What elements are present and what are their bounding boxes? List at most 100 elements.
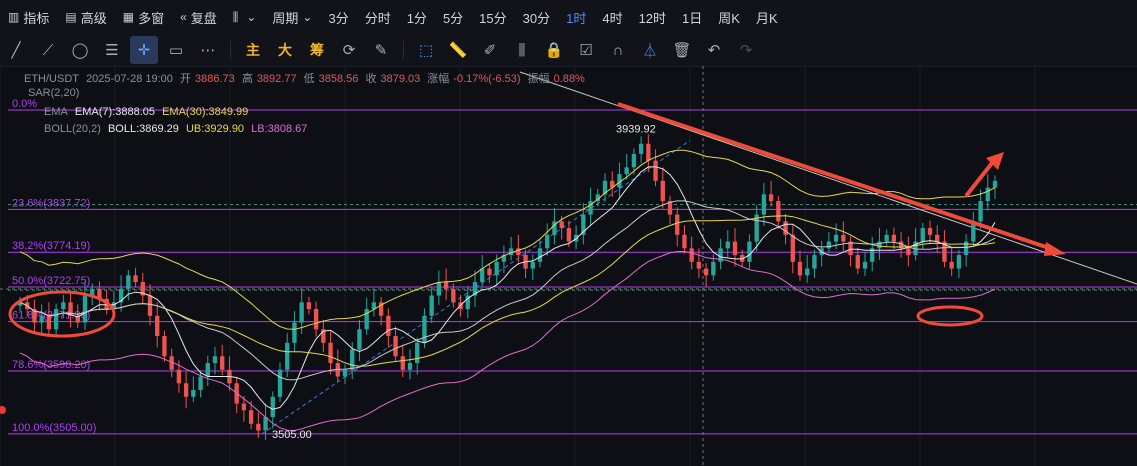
fib-label: 0.0%	[12, 98, 37, 110]
candle-body	[638, 143, 644, 154]
toolbar-item-10[interactable]: 15分	[471, 0, 514, 34]
candle-body	[689, 248, 694, 262]
main-tool-button[interactable]: 主	[239, 36, 267, 64]
chip-tool-button[interactable]: 筹	[303, 36, 331, 64]
low-value: 3858.56	[318, 73, 359, 85]
ellipse-icon[interactable]: ◯	[66, 36, 94, 64]
candle-body	[884, 234, 889, 242]
candle-body	[711, 261, 716, 276]
parallel-lines-icon[interactable]: ☰	[98, 36, 126, 64]
edit-icon[interactable]: ✎	[367, 36, 395, 64]
left-marker-dot	[0, 406, 6, 414]
candle-body	[776, 201, 781, 222]
candle-body	[270, 396, 275, 418]
toolbar-item-11[interactable]: 30分	[515, 0, 558, 34]
toolbar-item-8[interactable]: 1分	[399, 0, 435, 34]
rectangle-icon[interactable]: ▭	[162, 36, 190, 64]
toolbar-item-14[interactable]: 12时	[631, 0, 674, 34]
candle-body	[451, 288, 456, 303]
chevron-down-icon: ⌄	[246, 10, 257, 24]
toolbar-item-16[interactable]: 周K	[710, 0, 748, 34]
price-annotation: 3505.00	[272, 429, 312, 441]
candle-body	[978, 201, 983, 222]
ema-legend: EMA EMA(7):3888.05 EMA(30):3849.99	[44, 106, 249, 118]
ruler-icon[interactable]: 📏	[444, 36, 472, 64]
ub-value: UB:3929.90	[185, 123, 245, 135]
candle-body	[162, 336, 167, 357]
toolbar-chart-type[interactable]: ⫼ ⌄	[225, 0, 265, 34]
select-icon[interactable]: ⬚	[412, 36, 440, 64]
candle-body	[696, 261, 702, 269]
candle-body	[306, 302, 312, 310]
candle-body	[198, 376, 203, 391]
candle-body	[443, 282, 449, 289]
candle-body	[176, 369, 182, 384]
candle-body	[646, 143, 651, 161]
candle-body	[537, 248, 543, 262]
candle-body	[732, 241, 738, 256]
datetime: 2025-07-28 19:00	[86, 73, 173, 85]
lock-icon[interactable]: 🔒	[540, 36, 568, 64]
candle-body	[285, 342, 290, 370]
amp-value: 0.88%	[553, 73, 585, 85]
more-dots-icon[interactable]: ⋯	[194, 36, 222, 64]
toolbar-item-1[interactable]: ▤ 高级	[57, 0, 114, 34]
candle-body	[920, 228, 925, 242]
toolbar-item-5[interactable]: 周期 ⌄	[264, 0, 320, 34]
ema30-value: EMA(30):3849.99	[162, 106, 249, 118]
crosshair-icon[interactable]: ✛	[130, 36, 158, 64]
price-annotation: 3939.92	[616, 123, 656, 135]
big-tool-button[interactable]: 大	[271, 36, 299, 64]
trendline-icon[interactable]: ╱	[2, 36, 30, 64]
redo-icon[interactable]: ↷	[732, 36, 760, 64]
candle-body	[862, 261, 868, 269]
candle-body	[841, 234, 846, 242]
candle-body	[812, 255, 817, 269]
chevron-down-icon: ⌄	[302, 10, 313, 24]
candle-body	[400, 356, 405, 370]
lb-value: LB:3808.67	[251, 123, 308, 135]
candle-body	[805, 268, 810, 276]
ema7-line	[19, 166, 996, 410]
checklist-icon[interactable]: ☑	[572, 36, 600, 64]
candle-body	[682, 234, 687, 249]
candle-body	[877, 241, 882, 249]
toolbar-item-15[interactable]: 1日	[674, 0, 710, 34]
toolbar-item-label: 1时	[566, 10, 587, 26]
candle-body	[61, 302, 66, 310]
toolbar-item-9[interactable]: 5分	[435, 0, 471, 34]
candle-body	[212, 356, 218, 364]
magnet-icon[interactable]: ∩	[604, 36, 632, 64]
toolbar-item-0[interactable]: ▥ 指标	[0, 0, 57, 34]
candle-body	[545, 234, 550, 249]
high-value: 3892.77	[256, 73, 297, 85]
candles-icon[interactable]: ⫼	[508, 36, 536, 64]
candle-body	[46, 315, 52, 330]
candle-body	[415, 342, 420, 364]
boll-legend: BOLL(20,2) BOLL:3869.29 UB:3929.90 LB:38…	[44, 123, 308, 135]
toolbar-item-label: 1日	[682, 10, 703, 26]
toolbar-item-6[interactable]: 3分	[320, 0, 356, 34]
candle-body	[436, 282, 442, 296]
grid-icon: ▦	[122, 10, 135, 24]
sync-icon[interactable]: ⟳	[335, 36, 363, 64]
toolbar-item-13[interactable]: 4时	[594, 0, 630, 34]
candle-body	[624, 167, 629, 175]
toolbar-item-2[interactable]: ▦ 多窗	[115, 0, 172, 34]
toolbar-item-17[interactable]: 月K	[748, 0, 786, 34]
candle-body	[927, 228, 933, 235]
toolbar-item-label: 15分	[479, 10, 507, 26]
toolbar-item-12[interactable]: 1时	[558, 0, 594, 34]
undo-icon[interactable]: ↶	[700, 36, 728, 64]
ray-icon[interactable]: ⟋	[34, 36, 62, 64]
trash-icon[interactable]: 🗑	[668, 36, 696, 64]
filter-icon[interactable]: ⏃	[636, 36, 664, 64]
candle-body	[797, 261, 803, 276]
brush-icon[interactable]: ✐	[476, 36, 504, 64]
boll-value: BOLL:3869.29	[107, 123, 179, 135]
candle-body	[126, 275, 131, 289]
candle-body	[956, 255, 962, 269]
toolbar-item-7[interactable]: 分时	[357, 0, 399, 34]
candle-body	[220, 356, 225, 370]
toolbar-item-3[interactable]: «复盘	[172, 0, 225, 34]
